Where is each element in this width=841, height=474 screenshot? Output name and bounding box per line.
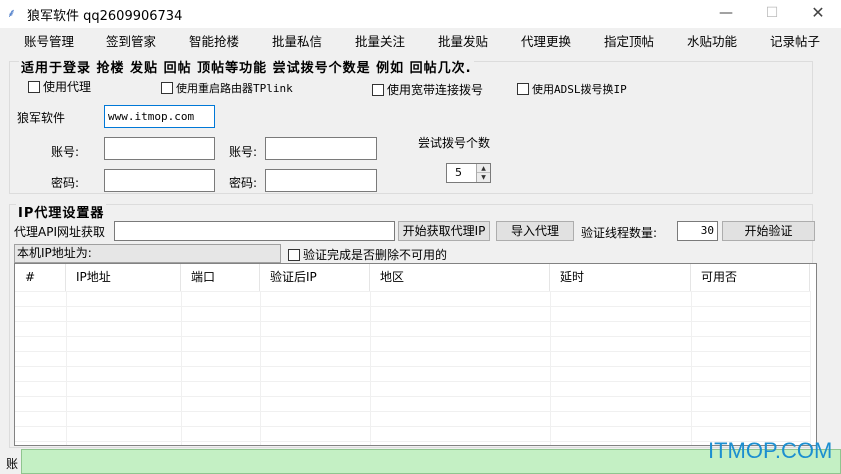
- tab-account-management[interactable]: 账号管理: [24, 31, 74, 50]
- column-divider: [181, 291, 182, 445]
- api-label: 代理API网址获取: [14, 225, 105, 239]
- minimize-button[interactable]: —: [703, 0, 749, 28]
- stepper-down-icon[interactable]: ▼: [477, 173, 490, 182]
- column-header-verified-ip[interactable]: 验证后IP: [260, 264, 370, 291]
- start-verify-button[interactable]: 开始验证: [722, 221, 815, 241]
- column-divider: [550, 291, 551, 445]
- account-input-2[interactable]: [265, 137, 377, 160]
- stepper-buttons: ▲ ▼: [476, 164, 490, 182]
- tab-smart-grab-floor[interactable]: 智能抢楼: [189, 31, 239, 50]
- checkbox-box[interactable]: [372, 84, 384, 96]
- password-label-1: 密码:: [51, 176, 80, 190]
- tab-record-posts[interactable]: 记录帖子: [770, 31, 820, 50]
- threads-label: 验证线程数量:: [581, 226, 658, 240]
- fetch-proxy-button[interactable]: 开始获取代理IP: [398, 221, 490, 241]
- checkbox-box[interactable]: [161, 82, 173, 94]
- stepper-up-icon[interactable]: ▲: [477, 164, 490, 173]
- column-divider: [810, 291, 811, 445]
- try-count-value: 5: [455, 166, 462, 179]
- tab-filler-post[interactable]: 水贴功能: [687, 31, 737, 50]
- status-label: 账: [6, 457, 19, 471]
- software-label: 狼军软件: [17, 111, 66, 125]
- tab-batch-private-message[interactable]: 批量私信: [272, 31, 322, 50]
- tab-proxy-change[interactable]: 代理更换: [521, 31, 571, 50]
- close-button[interactable]: ✕: [795, 0, 841, 28]
- proxy-table[interactable]: # IP地址 端口 验证后IP 地区 延时 可用否: [14, 263, 817, 446]
- column-header-available[interactable]: 可用否: [691, 264, 810, 291]
- use-broadband-checkbox[interactable]: 使用宽带连接拨号: [372, 81, 483, 98]
- column-header-latency[interactable]: 延时: [550, 264, 691, 291]
- use-proxy-checkbox[interactable]: 使用代理: [28, 78, 91, 95]
- column-header-ip[interactable]: IP地址: [66, 264, 181, 291]
- tab-bar: 账号管理 签到管家 智能抢楼 批量私信 批量关注 批量发贴 代理更换 指定顶帖 …: [0, 28, 841, 52]
- local-ip-field: 本机IP地址为:: [14, 244, 281, 263]
- checkbox-box[interactable]: [288, 249, 300, 261]
- dial-panel-title: 适用于登录 抢楼 发贴 回帖 顶帖等功能 尝试拨号个数是 例如 回帖几次.: [19, 57, 474, 76]
- column-divider: [691, 291, 692, 445]
- password-input-1[interactable]: [104, 169, 215, 192]
- wolf-feather-icon: ⸙: [7, 6, 17, 20]
- column-header-index[interactable]: #: [15, 264, 66, 291]
- maximize-button[interactable]: ☐: [749, 0, 795, 28]
- account-label-1: 账号:: [51, 145, 80, 159]
- watermark-logo: ITMOP.COM: [708, 438, 833, 463]
- column-header-region[interactable]: 地区: [370, 264, 550, 291]
- window-title: 狼军软件 qq2609906734: [27, 9, 183, 24]
- api-url-input[interactable]: [114, 221, 395, 241]
- tab-checkin-manager[interactable]: 签到管家: [106, 31, 156, 50]
- checkbox-box[interactable]: [517, 83, 529, 95]
- threads-input[interactable]: 30: [677, 221, 718, 241]
- delete-unavailable-checkbox[interactable]: 验证完成是否删除不可用的: [288, 246, 447, 263]
- column-divider: [370, 291, 371, 445]
- ip-panel-title: IP代理设置器: [16, 202, 107, 221]
- column-divider: [66, 291, 67, 445]
- try-count-label: 尝试拨号个数: [418, 136, 491, 150]
- account-input-1[interactable]: [104, 137, 215, 160]
- column-divider: [260, 291, 261, 445]
- use-adsl-checkbox[interactable]: 使用ADSL拨号换IP: [517, 81, 627, 97]
- password-input-2[interactable]: [265, 169, 377, 192]
- try-count-stepper[interactable]: 5 ▲ ▼: [446, 163, 491, 183]
- checkbox-box[interactable]: [28, 81, 40, 93]
- software-url-input[interactable]: www.itmop.com: [104, 105, 215, 128]
- column-header-port[interactable]: 端口: [181, 264, 260, 291]
- import-proxy-button[interactable]: 导入代理: [496, 221, 574, 241]
- tab-pin-post[interactable]: 指定顶帖: [604, 31, 654, 50]
- account-label-2: 账号:: [229, 145, 258, 159]
- tab-batch-follow[interactable]: 批量关注: [355, 31, 405, 50]
- tab-batch-post[interactable]: 批量发贴: [438, 31, 488, 50]
- title-bar: ⸙ 狼军软件 qq2609906734 — ☐ ✕: [0, 0, 841, 28]
- password-label-2: 密码:: [229, 176, 258, 190]
- use-router-restart-checkbox[interactable]: 使用重启路由器TPlink: [161, 80, 293, 96]
